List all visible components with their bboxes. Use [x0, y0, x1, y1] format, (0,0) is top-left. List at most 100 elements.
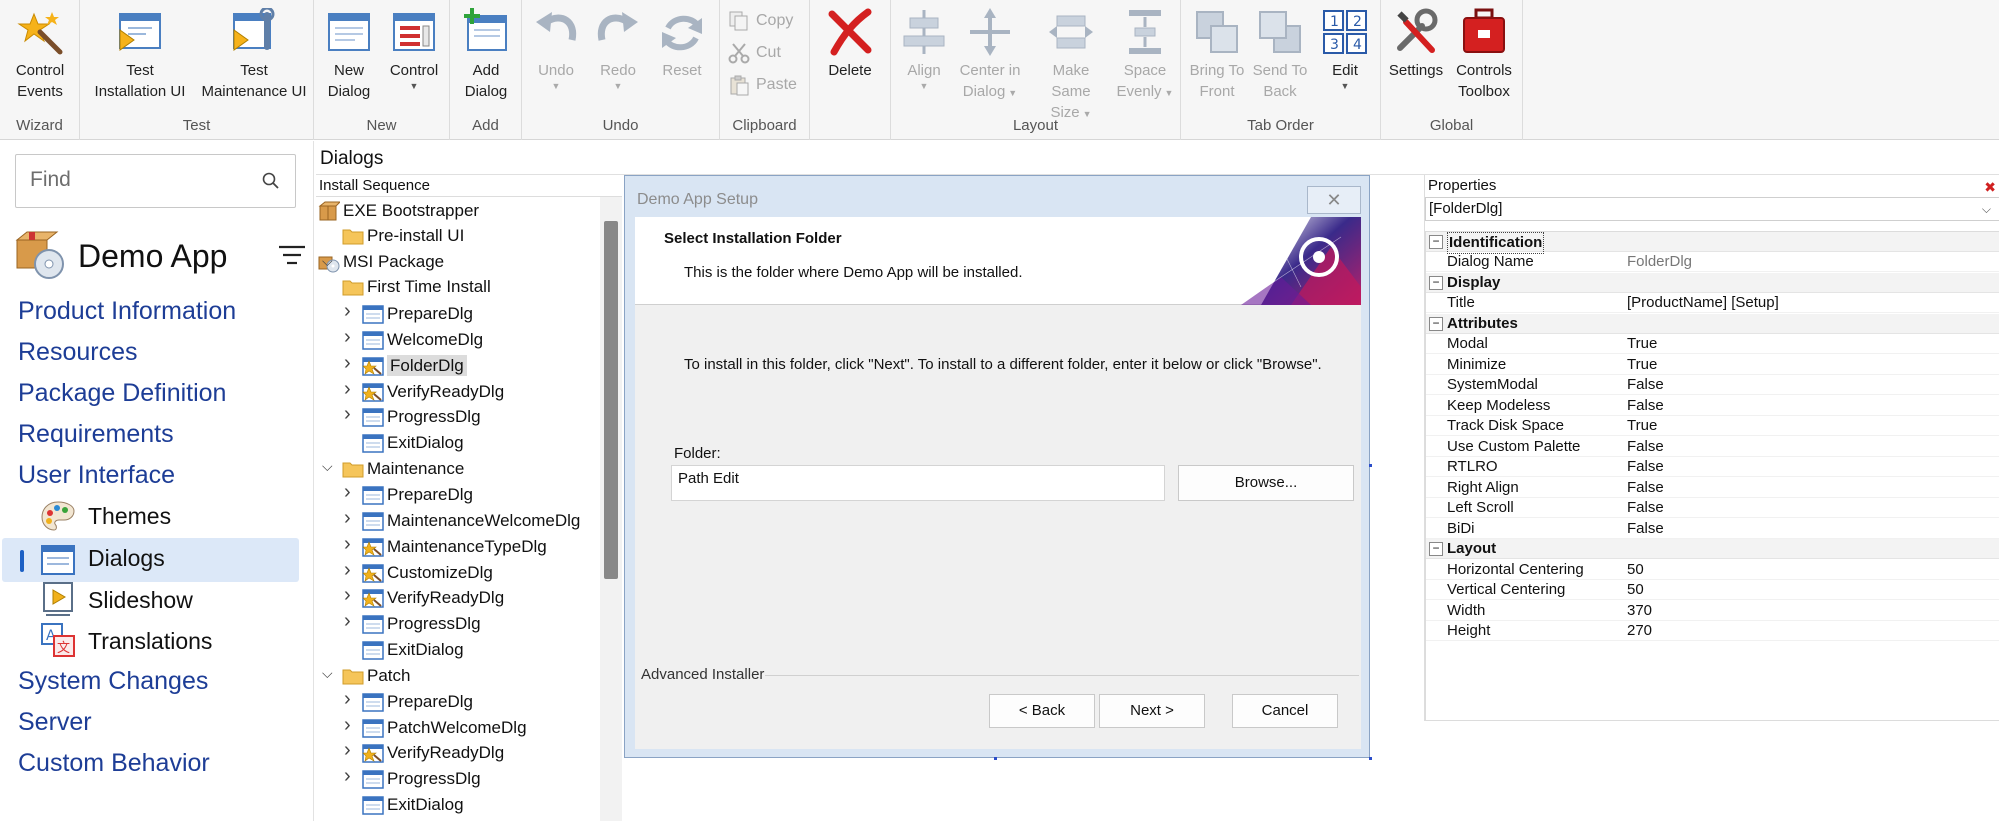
chevron-right-icon[interactable]: ›	[344, 611, 358, 631]
copy-button[interactable]: Copy	[728, 10, 793, 32]
test-installation-ui-button[interactable]: Test Installation UI	[86, 8, 194, 102]
chevron-right-icon[interactable]: ›	[344, 508, 358, 528]
tree-item[interactable]: PrepareDlg	[362, 688, 473, 713]
chevron-right-icon[interactable]: ›	[344, 404, 358, 424]
chevron-down-icon[interactable]: ⌵	[322, 253, 336, 269]
new-dialog-button[interactable]: New Dialog	[318, 8, 380, 102]
property-row[interactable]: Track Disk Space True	[1426, 416, 1999, 436]
property-row[interactable]: Minimize True	[1426, 355, 1999, 375]
tree-item[interactable]: ExitDialog	[362, 636, 464, 661]
nav-system-changes[interactable]: System Changes	[18, 667, 208, 696]
send-to-back-button[interactable]: Send To Back	[1249, 8, 1311, 102]
path-edit-field[interactable]: Path Edit	[671, 465, 1165, 501]
tree-scrollbar[interactable]	[600, 197, 622, 821]
property-row[interactable]: Modal True	[1426, 334, 1999, 354]
property-row[interactable]: BiDi False	[1426, 519, 1999, 539]
tree-item[interactable]: PrepareDlg	[362, 481, 473, 506]
tree-item[interactable]: ProgressDlg	[362, 610, 481, 635]
property-row[interactable]: Title [ProductName] [Setup]	[1426, 293, 1999, 313]
controls-toolbox-button[interactable]: Controls Toolbox	[1449, 8, 1519, 102]
tree-item[interactable]: Maintenance	[342, 455, 464, 480]
chevron-right-icon[interactable]: ›	[344, 740, 358, 760]
property-row[interactable]: Dialog Name FolderDlg	[1426, 252, 1999, 272]
tree-item[interactable]: VerifyReadyDlg	[362, 378, 504, 403]
folder-label[interactable]: Folder:	[674, 445, 721, 462]
nav-package-definition[interactable]: Package Definition	[18, 379, 226, 408]
hamburger-menu-icon[interactable]	[279, 244, 305, 266]
browse-button[interactable]: Browse...	[1178, 465, 1354, 501]
chevron-right-icon[interactable]: ›	[344, 689, 358, 709]
space-evenly-button[interactable]: Space Evenly ▼	[1113, 8, 1177, 102]
tree-item[interactable]: MaintenanceWelcomeDlg	[362, 507, 580, 532]
property-row[interactable]: Right Align False	[1426, 478, 1999, 498]
tree-item-selected[interactable]: FolderDlg	[362, 352, 467, 377]
edit-tab-order-button[interactable]: 1 2 3 4 Edit ▼	[1315, 8, 1375, 91]
selection-handle[interactable]	[1369, 464, 1372, 467]
cut-button[interactable]: Cut	[728, 42, 781, 64]
tree-item[interactable]: WelcomeDlg	[362, 326, 483, 351]
tree-item[interactable]: ExitDialog	[362, 791, 464, 816]
chevron-right-icon[interactable]: ›	[344, 715, 358, 735]
bring-to-front-button[interactable]: Bring To Front	[1185, 8, 1249, 102]
chevron-right-icon[interactable]: ›	[344, 482, 358, 502]
add-dialog-button[interactable]: Add Dialog	[454, 8, 518, 102]
reset-button[interactable]: Reset	[652, 8, 712, 81]
instruction-text[interactable]: To install in this folder, click "Next".…	[684, 355, 1324, 374]
tree-item[interactable]: First Time Install	[342, 273, 491, 298]
object-selector[interactable]: [FolderDlg] ⌵	[1425, 197, 1999, 221]
undo-button[interactable]: Undo ▼	[528, 8, 584, 91]
category-layout[interactable]: − Layout	[1426, 539, 1999, 559]
property-row[interactable]: Use Custom Palette False	[1426, 437, 1999, 457]
redo-button[interactable]: Redo ▼	[590, 8, 646, 91]
dialog-preview[interactable]: Demo App Setup ✕ Select Installation Fol…	[624, 175, 1370, 758]
nav-translations[interactable]: Translations	[88, 628, 212, 655]
test-maintenance-ui-button[interactable]: Test Maintenance UI	[198, 8, 310, 102]
tree-item[interactable]: CustomizeDlg	[362, 559, 493, 584]
brand-text[interactable]: Advanced Installer	[641, 666, 764, 683]
dialog-banner[interactable]: Select Installation Folder This is the f…	[635, 217, 1361, 305]
back-button[interactable]: < Back	[989, 694, 1095, 728]
close-icon[interactable]: ✕	[1307, 186, 1361, 214]
property-row[interactable]: Keep Modeless False	[1426, 396, 1999, 416]
tree-item[interactable]: ProgressDlg	[362, 765, 481, 790]
nav-product-information[interactable]: Product Information	[18, 297, 236, 326]
property-row[interactable]: Width 370	[1426, 601, 1999, 621]
property-row[interactable]: Left Scroll False	[1426, 498, 1999, 518]
search-box[interactable]	[15, 154, 296, 208]
category-identification[interactable]: − Identification	[1426, 232, 1999, 254]
collapse-icon[interactable]: −	[1429, 542, 1443, 556]
chevron-right-icon[interactable]: ›	[344, 353, 358, 373]
selection-handle[interactable]	[1369, 757, 1372, 760]
chevron-right-icon[interactable]: ›	[344, 379, 358, 399]
property-row[interactable]: Horizontal Centering 50	[1426, 560, 1999, 580]
banner-graphic-icon[interactable]	[1231, 217, 1361, 305]
tree-item[interactable]: ExitDialog	[362, 429, 464, 454]
nav-themes[interactable]: Themes	[88, 503, 171, 530]
chevron-right-icon[interactable]: ›	[344, 585, 358, 605]
tree-item[interactable]: ProgressDlg	[362, 403, 481, 428]
tree-item[interactable]: MaintenanceTypeDlg	[362, 533, 547, 558]
tree-item[interactable]: VerifyReadyDlg	[362, 584, 504, 609]
chevron-down-icon[interactable]: ⌵	[322, 666, 336, 680]
tree-item[interactable]: Patch	[342, 662, 410, 687]
nav-slideshow[interactable]: Slideshow	[88, 587, 193, 614]
chevron-down-icon[interactable]: ⌵	[1982, 198, 1991, 220]
tree-item[interactable]: Pre-install UI	[342, 222, 464, 247]
search-input[interactable]	[16, 155, 246, 205]
chevron-right-icon[interactable]: ›	[344, 327, 358, 347]
cancel-button[interactable]: Cancel	[1232, 694, 1338, 728]
search-icon[interactable]	[261, 171, 281, 191]
scrollbar-thumb[interactable]	[604, 221, 618, 579]
tree-item[interactable]: PatchWelcomeDlg	[362, 714, 527, 739]
property-row[interactable]: RTLRO False	[1426, 457, 1999, 477]
collapse-icon[interactable]: −	[1429, 235, 1443, 249]
banner-description[interactable]: This is the folder where Demo App will b…	[684, 264, 1023, 281]
tree-item[interactable]: EXE Bootstrapper	[318, 197, 479, 222]
collapse-icon[interactable]: −	[1429, 317, 1443, 331]
nav-requirements[interactable]: Requirements	[18, 420, 174, 449]
chevron-right-icon[interactable]: ›	[344, 766, 358, 786]
banner-title[interactable]: Select Installation Folder	[664, 230, 842, 247]
collapse-icon[interactable]: −	[1429, 276, 1443, 290]
property-row[interactable]: Height 270	[1426, 621, 1999, 641]
category-attributes[interactable]: − Attributes	[1426, 314, 1999, 334]
